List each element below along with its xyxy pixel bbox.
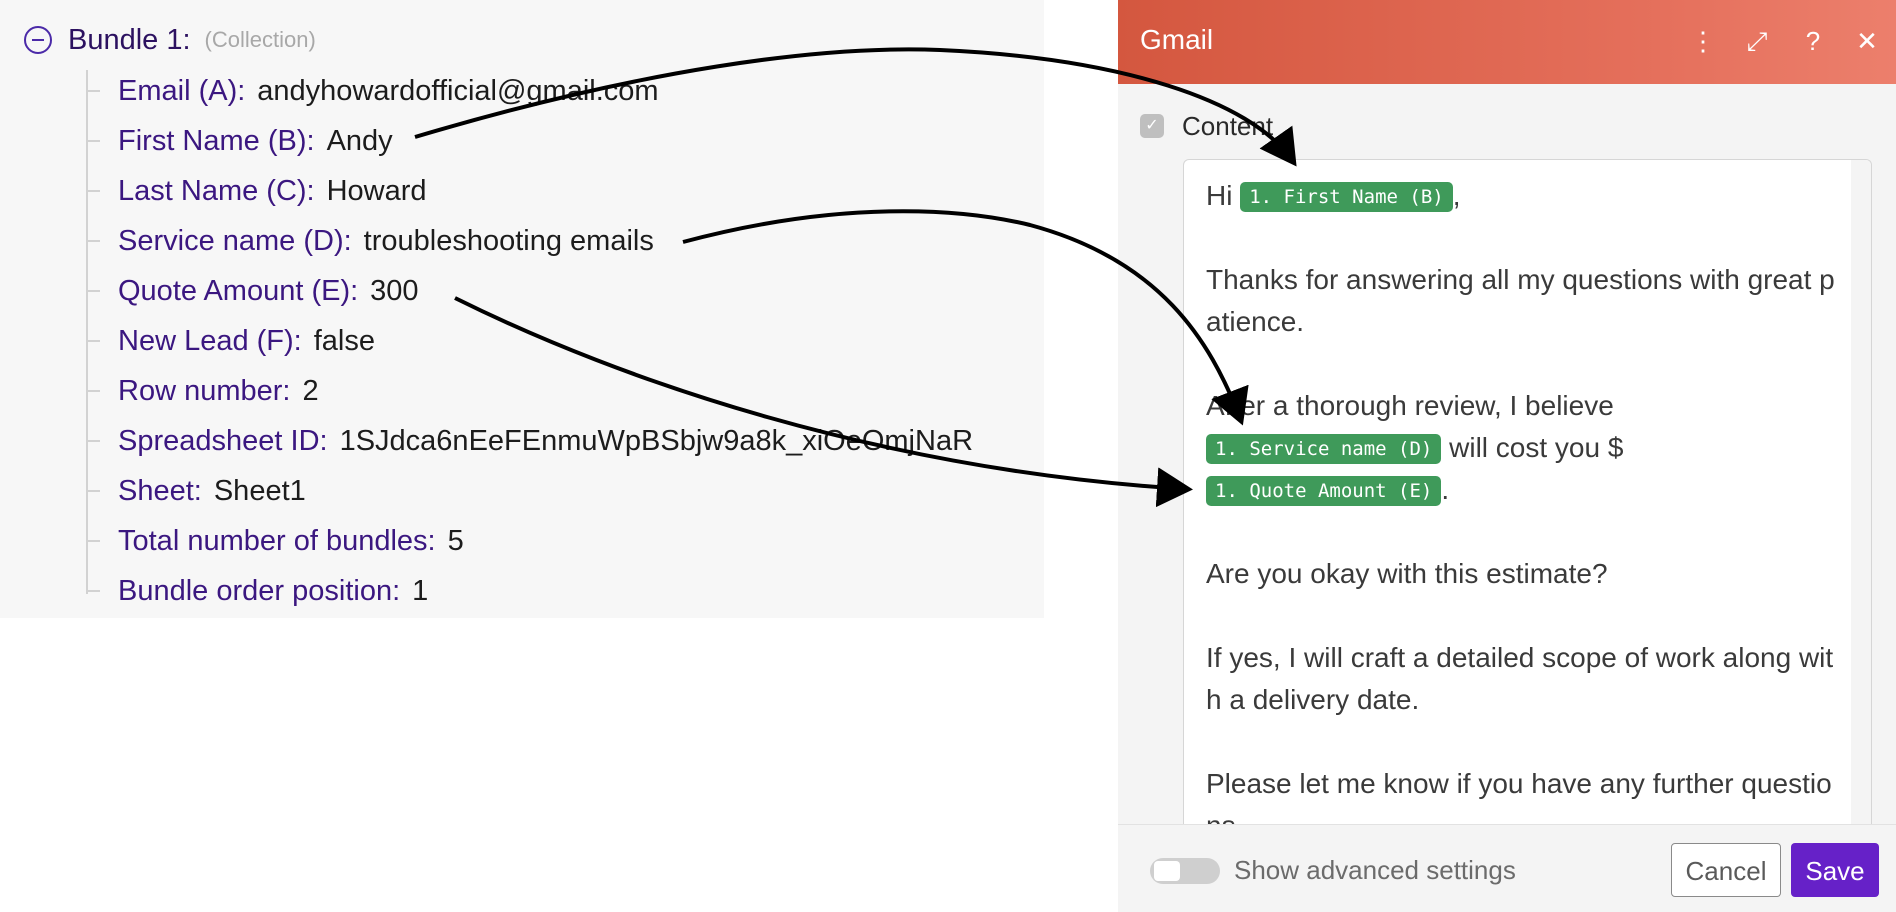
scope-text: If yes, I will craft a detailed scope of…: [1206, 642, 1834, 715]
content-editor[interactable]: Hi 1. First Name (B), Thanks for answeri…: [1183, 159, 1872, 825]
field-label: New Lead (F):: [118, 324, 302, 357]
field-label: Row number:: [118, 374, 291, 407]
further-text: Please let me know if you have any furth…: [1206, 768, 1832, 825]
pill-first-name[interactable]: 1. First Name (B): [1240, 182, 1453, 212]
more-vertical-icon[interactable]: ⋮: [1688, 26, 1718, 56]
field-value: 1SJdca6nEeFEnmuWpBSbjw9a8k_xiOeOmjNaR: [339, 424, 974, 457]
field-label: First Name (B):: [118, 124, 315, 157]
comma-text: ,: [1452, 180, 1461, 211]
field-value: andyhowardofficial@gmail.com: [257, 74, 659, 107]
thanks-text: Thanks for answering all my questions wi…: [1206, 264, 1835, 337]
toggle-knob: [1154, 861, 1180, 881]
field-label: Bundle order position:: [118, 574, 401, 607]
field-row-new-lead: New Lead (F): false: [86, 321, 375, 361]
editor-scrollbar[interactable]: [1851, 160, 1871, 825]
field-row-sheet: Sheet: Sheet1: [86, 471, 306, 511]
field-row-email: Email (A): andyhowardofficial@gmail.com: [86, 71, 659, 111]
greeting-text: Hi: [1206, 180, 1233, 211]
content-checkbox[interactable]: ✓: [1140, 114, 1164, 138]
field-value: Andy: [326, 124, 393, 157]
close-icon[interactable]: ✕: [1852, 26, 1882, 56]
panel-footer: Show advanced settings Cancel Save: [1118, 824, 1896, 912]
content-label: Content: [1182, 111, 1274, 141]
field-value: 1: [412, 574, 429, 607]
pill-quote-amount[interactable]: 1. Quote Amount (E): [1206, 476, 1442, 506]
field-value: 300: [370, 274, 419, 307]
field-value: Sheet1: [213, 474, 306, 507]
field-value: 2: [302, 374, 319, 407]
gmail-module-panel: Gmail ⋮ ⤢ ? ✕ ✓ Content Hi 1. First Name…: [1118, 0, 1896, 912]
review-text: After a thorough review, I believe: [1206, 390, 1614, 421]
field-row-bundle-position: Bundle order position: 1: [86, 571, 428, 611]
pill-service-name[interactable]: 1. Service name (D): [1206, 434, 1442, 464]
gmail-title: Gmail: [1140, 24, 1214, 55]
bundle-panel: Bundle 1: (Collection) Email (A): andyho…: [0, 0, 1044, 618]
field-value: false: [313, 324, 375, 357]
bundle-header: Bundle 1: (Collection): [24, 20, 316, 60]
gmail-header: Gmail ⋮ ⤢ ? ✕: [1118, 0, 1896, 84]
email-body[interactable]: Hi 1. First Name (B), Thanks for answeri…: [1206, 175, 1836, 825]
field-label: Spreadsheet ID:: [118, 424, 328, 457]
field-label: Last Name (C):: [118, 174, 315, 207]
field-label: Total number of bundles:: [118, 524, 436, 557]
field-row-first-name: First Name (B): Andy: [86, 121, 393, 161]
field-value: troubleshooting emails: [363, 224, 654, 257]
field-value: Howard: [326, 174, 427, 207]
field-row-quote-amount: Quote Amount (E): 300: [86, 271, 419, 311]
cost-text: will cost you $: [1449, 432, 1624, 463]
help-icon[interactable]: ?: [1798, 26, 1828, 56]
collapse-minus-icon[interactable]: [24, 26, 52, 54]
save-button[interactable]: Save: [1791, 843, 1879, 897]
expand-icon[interactable]: ⤢: [1742, 26, 1772, 56]
field-label: Sheet:: [118, 474, 202, 507]
field-row-spreadsheet-id: Spreadsheet ID: 1SJdca6nEeFEnmuWpBSbjw9a…: [86, 421, 973, 461]
period-text: .: [1441, 474, 1450, 505]
field-row-total-bundles: Total number of bundles: 5: [86, 521, 464, 561]
field-label: Service name (D):: [118, 224, 352, 257]
field-row-last-name: Last Name (C): Howard: [86, 171, 427, 211]
bundle-type: (Collection): [204, 27, 316, 52]
field-label: Quote Amount (E):: [118, 274, 359, 307]
cancel-button[interactable]: Cancel: [1671, 843, 1781, 897]
okay-text: Are you okay with this estimate?: [1206, 558, 1608, 589]
field-label: Email (A):: [118, 74, 246, 107]
bundle-title: Bundle 1:: [68, 23, 191, 56]
field-value: 5: [447, 524, 464, 557]
advanced-settings-label: Show advanced settings: [1234, 855, 1516, 885]
field-row-row-number: Row number: 2: [86, 371, 319, 411]
advanced-settings-toggle[interactable]: [1150, 858, 1220, 884]
field-row-service-name: Service name (D): troubleshooting emails: [86, 221, 654, 261]
